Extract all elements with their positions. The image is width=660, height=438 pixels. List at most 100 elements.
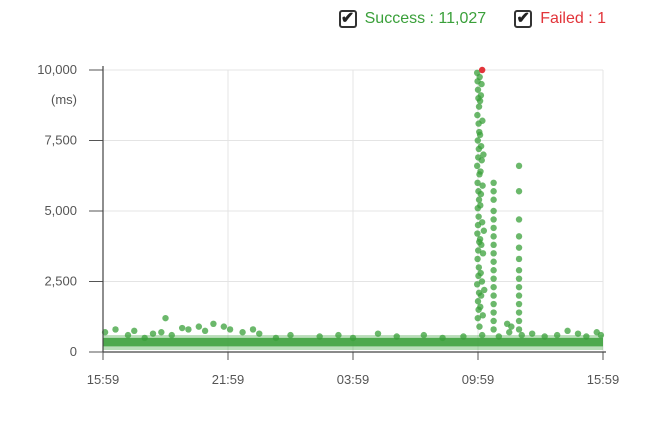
success-point <box>479 312 486 319</box>
success-point <box>149 330 157 337</box>
success-point <box>515 292 523 299</box>
success-point <box>178 324 186 332</box>
success-point <box>479 117 486 124</box>
y-tick-label: 5,000 <box>44 203 77 218</box>
success-point <box>131 327 138 335</box>
success-point <box>515 300 523 308</box>
success-point <box>490 188 497 195</box>
success-point <box>515 275 523 282</box>
y-tick-label: 0 <box>70 344 77 359</box>
success-point <box>477 292 485 299</box>
success-point <box>478 278 486 285</box>
success-point <box>475 264 483 271</box>
success-point <box>475 103 483 110</box>
success-point <box>515 162 523 170</box>
success-point <box>335 331 342 339</box>
success-point <box>515 233 523 240</box>
failed-point <box>478 66 486 74</box>
success-point <box>478 331 486 339</box>
success-point <box>477 303 484 311</box>
success-point <box>480 227 488 234</box>
success-point <box>515 309 523 316</box>
success-point <box>490 207 497 215</box>
success-point <box>553 331 561 339</box>
success-point <box>490 179 497 186</box>
success-point <box>515 317 523 325</box>
success-point <box>495 333 503 340</box>
y-tick-label: 7,500 <box>44 133 77 148</box>
success-point <box>476 323 483 330</box>
success-point <box>226 326 234 333</box>
success-point <box>479 250 487 257</box>
success-point <box>583 333 590 340</box>
x-tick-label: 21:59 <box>212 372 245 387</box>
success-point <box>490 317 497 325</box>
success-point <box>490 267 497 274</box>
success-point <box>162 314 169 322</box>
success-point <box>477 202 484 209</box>
success-point <box>597 331 605 339</box>
success-point <box>112 326 119 333</box>
success-point <box>518 331 525 339</box>
success-point <box>473 162 481 170</box>
success-point <box>249 326 257 333</box>
x-tick-label: 15:59 <box>587 372 620 387</box>
success-point <box>185 326 192 333</box>
success-point <box>210 320 217 327</box>
success-point <box>481 286 488 294</box>
success-point <box>474 137 481 144</box>
success-point <box>490 309 497 316</box>
success-point <box>477 190 485 198</box>
y-tick-label: 2,500 <box>44 274 77 289</box>
success-point <box>478 157 485 164</box>
success-point <box>564 327 571 335</box>
success-point <box>476 97 484 105</box>
success-point <box>490 196 497 203</box>
success-point <box>476 73 483 81</box>
success-point <box>475 196 483 203</box>
success-point <box>476 236 484 243</box>
success-point <box>349 334 357 342</box>
success-point <box>195 323 203 330</box>
success-point <box>201 327 209 335</box>
success-point <box>168 331 175 339</box>
success-point <box>477 92 485 99</box>
success-point <box>490 250 497 257</box>
success-point <box>515 255 523 263</box>
success-point <box>479 182 486 189</box>
grid-lines <box>103 69 604 353</box>
success-point <box>158 329 165 336</box>
success-point <box>515 244 523 251</box>
success-point <box>477 269 484 277</box>
success-point <box>478 219 486 226</box>
success-point <box>287 331 294 339</box>
success-point <box>515 283 523 291</box>
success-point <box>474 230 481 237</box>
success-point <box>316 333 323 340</box>
success-point <box>256 330 263 337</box>
success-point <box>515 216 523 223</box>
success-point <box>476 131 484 139</box>
success-point <box>477 168 484 175</box>
success-point <box>477 142 485 150</box>
y-unit-label: (ms) <box>51 92 77 107</box>
success-point <box>220 323 228 330</box>
success-point <box>474 86 482 93</box>
success-point <box>124 331 132 339</box>
x-tick-label: 15:59 <box>87 372 120 387</box>
success-point <box>490 275 497 282</box>
success-point <box>515 188 523 195</box>
success-point <box>490 300 497 308</box>
success-point <box>474 298 482 305</box>
success-point <box>490 258 497 265</box>
success-point <box>460 333 467 340</box>
success-point <box>272 334 280 342</box>
success-point <box>490 216 497 223</box>
success-point <box>475 213 482 220</box>
x-tick-label: 03:59 <box>337 372 370 387</box>
success-point <box>490 233 497 240</box>
y-tick-label: 10,000 <box>37 62 77 77</box>
success-point <box>474 111 481 119</box>
success-point <box>239 329 246 336</box>
success-point <box>478 80 485 88</box>
